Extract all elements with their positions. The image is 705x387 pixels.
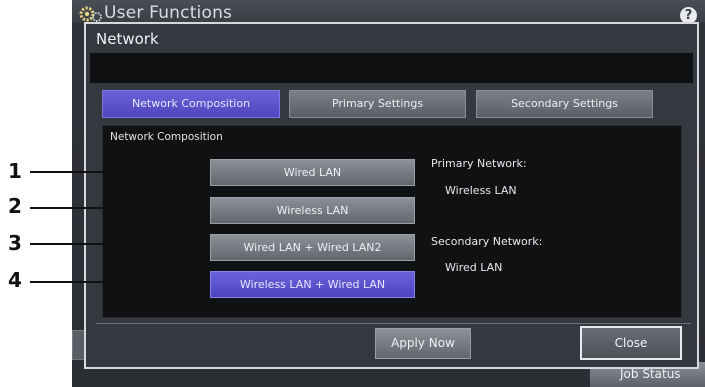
message-bar [90, 53, 693, 83]
tab-network-composition[interactable]: Network Composition [102, 90, 280, 118]
callout-number-4: 4 [8, 268, 22, 292]
callout-line-1 [30, 171, 210, 173]
apply-now-button[interactable]: Apply Now [375, 328, 471, 359]
callout-line-4 [30, 281, 210, 283]
secondary-network-value: Wired LAN [445, 261, 503, 274]
dialog-title: Network [96, 30, 159, 48]
wireless-lan-wired-lan-button[interactable]: Wireless LAN + Wired LAN [210, 271, 415, 298]
gear-icon [79, 6, 102, 22]
wireless-lan-button[interactable]: Wireless LAN [210, 197, 415, 224]
divider [96, 323, 691, 324]
section-label: Network Composition [110, 131, 223, 143]
primary-network-label: Primary Network: [431, 157, 527, 170]
tab-primary-settings[interactable]: Primary Settings [289, 90, 466, 118]
wired-lan-button[interactable]: Wired LAN [210, 159, 415, 186]
app-title: User Functions [104, 3, 233, 23]
callout-line-3 [30, 243, 210, 245]
callout-number-2: 2 [8, 194, 22, 218]
callout-line-2 [30, 207, 210, 209]
callout-number-1: 1 [8, 159, 22, 183]
secondary-network-label: Secondary Network: [431, 235, 543, 248]
wired-lan-wired-lan2-button[interactable]: Wired LAN + Wired LAN2 [210, 234, 415, 261]
network-dialog: Network Network Composition Primary Sett… [84, 22, 699, 369]
close-button[interactable]: Close [580, 326, 682, 360]
tab-secondary-settings[interactable]: Secondary Settings [476, 90, 653, 118]
callout-number-3: 3 [8, 231, 22, 255]
primary-network-value: Wireless LAN [445, 184, 517, 197]
content-panel: Network Composition Wired LAN Wireless L… [102, 125, 682, 318]
